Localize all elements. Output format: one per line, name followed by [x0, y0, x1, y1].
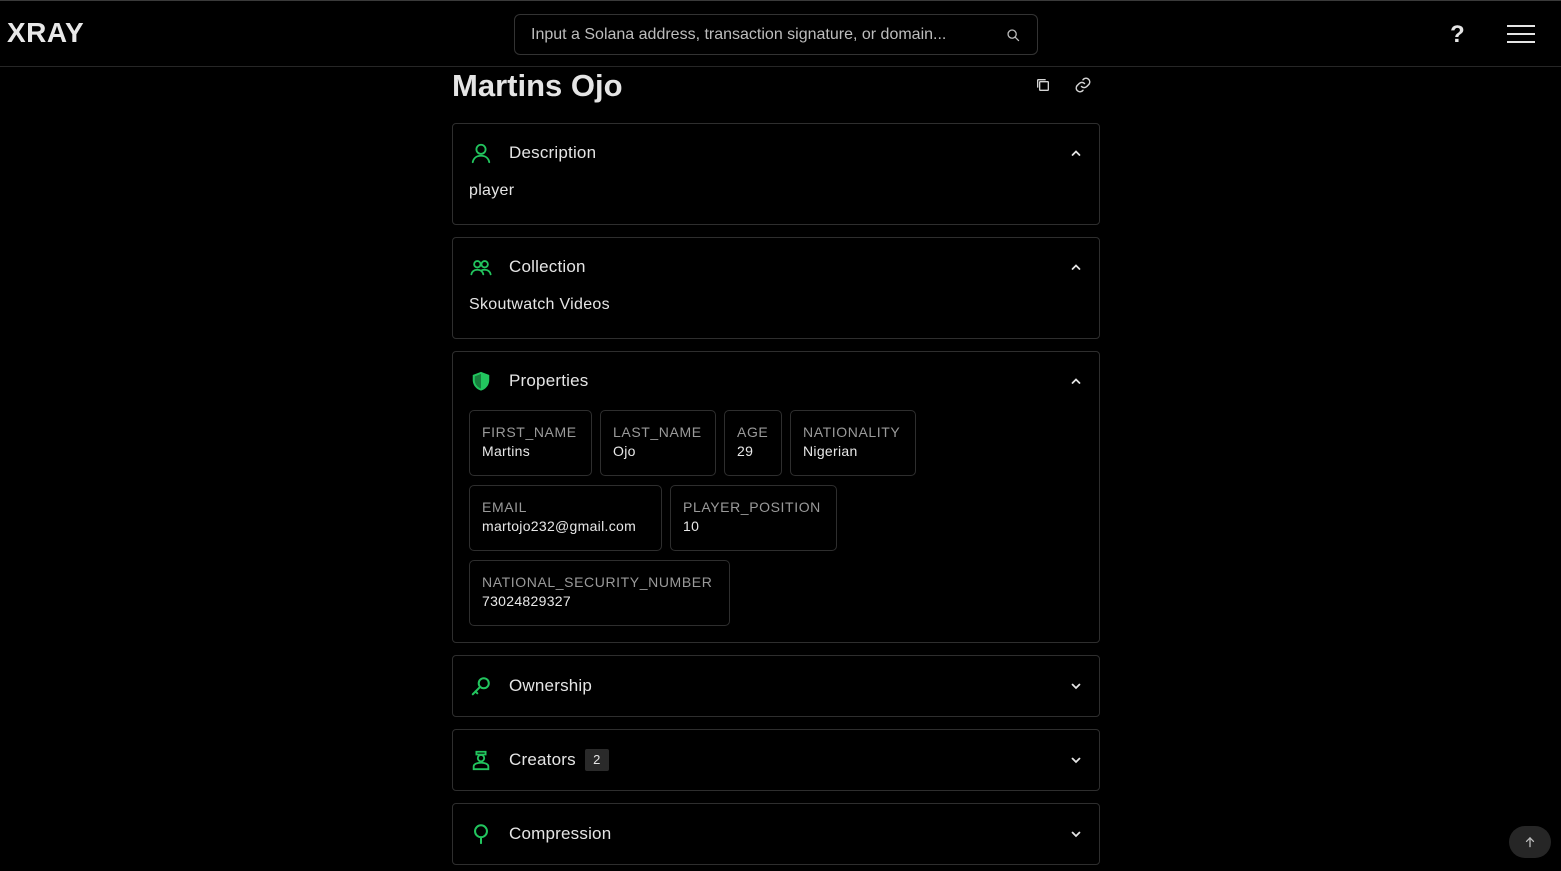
property-key: NATIONALITY — [803, 424, 901, 440]
key-icon — [469, 674, 493, 698]
search-bar — [514, 14, 1038, 55]
chevron-down-icon[interactable] — [1069, 827, 1083, 841]
chevron-down-icon[interactable] — [1069, 679, 1083, 693]
page-title: Martins Ojo — [452, 68, 623, 103]
properties-title: Properties — [509, 371, 589, 390]
property-card: FIRST_NAME Martins — [469, 410, 592, 476]
scroll-to-top-button[interactable] — [1509, 826, 1551, 858]
property-key: NATIONAL_SECURITY_NUMBER — [482, 574, 713, 590]
top-navbar: XRAY ? — [0, 0, 1561, 67]
collection-header[interactable]: Collection — [453, 238, 1099, 296]
ownership-title: Ownership — [509, 676, 593, 695]
compression-header[interactable]: Compression — [453, 804, 1099, 864]
property-key: PLAYER_POSITION — [683, 499, 821, 515]
creator-icon — [469, 748, 493, 772]
title-actions — [1032, 74, 1094, 96]
shield-icon — [469, 369, 493, 393]
help-button[interactable]: ? — [1450, 21, 1465, 49]
property-card: NATIONAL_SECURITY_NUMBER 73024829327 — [469, 560, 730, 626]
collection-value[interactable]: Skoutwatch Videos — [453, 296, 1099, 330]
property-value: Ojo — [613, 443, 636, 459]
description-value: player — [469, 182, 515, 199]
chevron-up-icon[interactable] — [1069, 146, 1083, 160]
property-card: NATIONALITY Nigerian — [790, 410, 916, 476]
property-value: Martins — [482, 443, 530, 459]
property-value: 29 — [737, 443, 754, 459]
property-value: Nigerian — [803, 443, 858, 459]
collection-section: Collection Skoutwatch Videos — [452, 237, 1100, 339]
properties-body: FIRST_NAME Martins LAST_NAME Ojo AGE 29 … — [453, 410, 1099, 642]
property-card: PLAYER_POSITION 10 — [670, 485, 837, 551]
creators-header[interactable]: Creators 2 — [453, 730, 1099, 790]
users-icon — [469, 255, 493, 279]
properties-grid: FIRST_NAME Martins LAST_NAME Ojo AGE 29 … — [469, 410, 939, 626]
creators-count-badge: 2 — [584, 749, 609, 771]
property-card: EMAIL martojo232@gmail.com — [469, 485, 662, 551]
xray-logo[interactable]: XRAY — [7, 17, 84, 49]
property-key: FIRST_NAME — [482, 424, 577, 440]
search-icon[interactable] — [989, 28, 1037, 42]
property-card: LAST_NAME Ojo — [600, 410, 716, 476]
user-icon — [469, 141, 493, 165]
description-section: Description player — [452, 123, 1100, 225]
compression-title: Compression — [509, 824, 612, 843]
properties-header[interactable]: Properties — [453, 352, 1099, 410]
chevron-up-icon[interactable] — [1069, 374, 1083, 388]
property-key: LAST_NAME — [613, 424, 702, 440]
description-header[interactable]: Description — [453, 124, 1099, 182]
property-value: martojo232@gmail.com — [482, 518, 637, 534]
chevron-up-icon[interactable] — [1069, 260, 1083, 274]
creators-title: Creators — [509, 750, 576, 769]
ownership-section: Ownership — [452, 655, 1100, 717]
chevron-down-icon[interactable] — [1069, 753, 1083, 767]
link-icon[interactable] — [1072, 74, 1094, 96]
arrow-up-icon — [1525, 837, 1535, 848]
ownership-header[interactable]: Ownership — [453, 656, 1099, 716]
tree-icon — [469, 822, 493, 846]
property-value: 73024829327 — [482, 593, 571, 609]
property-value: 10 — [683, 518, 700, 534]
property-key: AGE — [737, 424, 769, 440]
collection-title: Collection — [509, 257, 586, 276]
property-card: AGE 29 — [724, 410, 782, 476]
compression-section: Compression — [452, 803, 1100, 865]
search-input[interactable] — [515, 15, 989, 54]
property-key: EMAIL — [482, 499, 528, 515]
copy-icon[interactable] — [1032, 74, 1054, 96]
hamburger-menu-icon[interactable] — [1507, 25, 1535, 45]
properties-section: Properties FIRST_NAME Martins LAST_NAME … — [452, 351, 1100, 643]
creators-section: Creators 2 — [452, 729, 1100, 791]
description-title: Description — [509, 143, 597, 162]
